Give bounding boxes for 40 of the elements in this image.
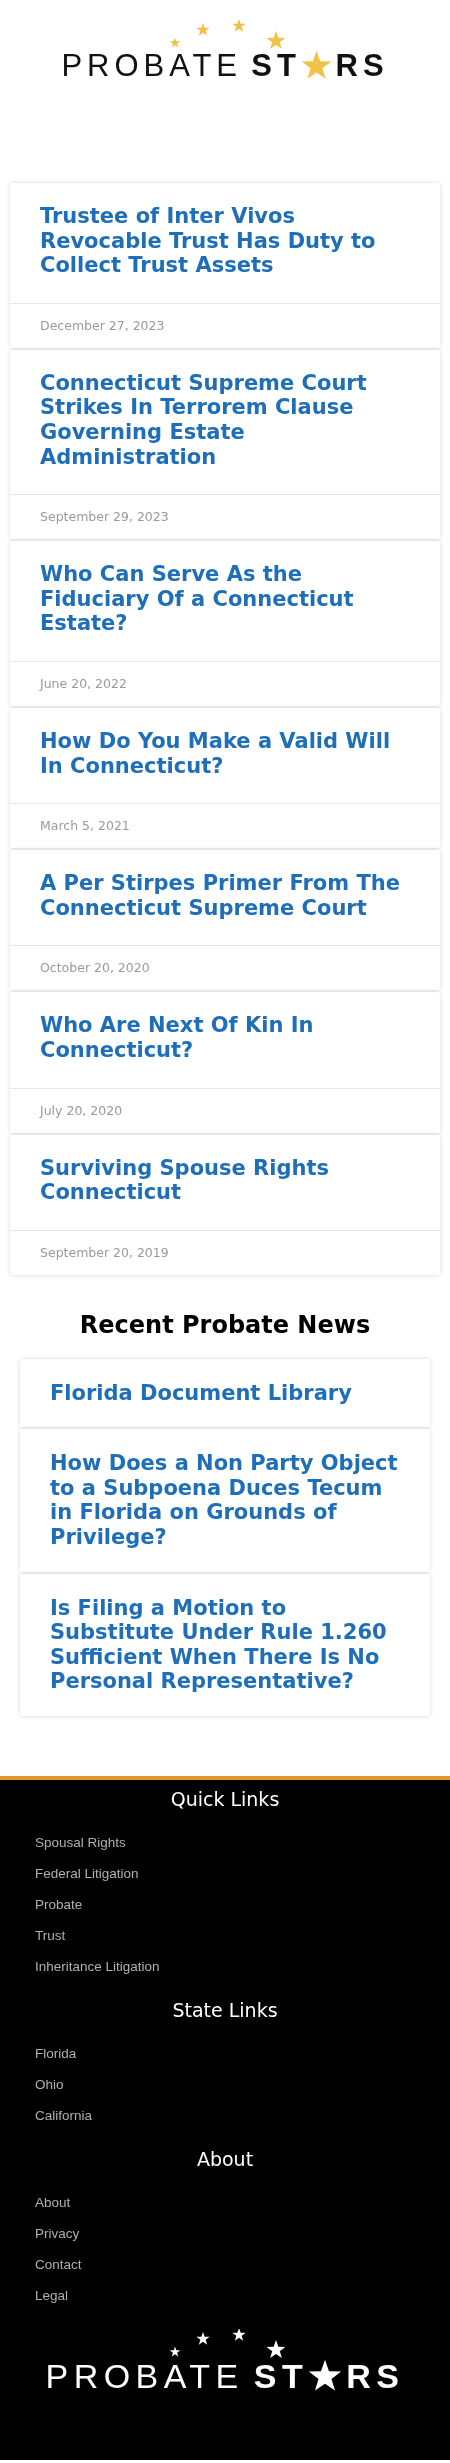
logo-text: ST [251,50,301,81]
logo-text: ST [253,2359,309,2394]
footer-link[interactable]: Privacy [35,2218,80,2250]
news-card-link[interactable]: How Does a Non Party Object to a Subpoena Duces Tecum in Florida on Grounds of Privilege? [20,1429,430,1572]
logo-text: PROBATE [61,50,242,81]
star-icon [300,50,332,81]
post-title-link[interactable]: Who Are Next Of Kin In Connecticut? [10,992,440,1089]
footer-heading: About [195,2147,255,2173]
post-title-link[interactable]: Trustee of Inter Vivos Revocable Trust Has Duty to Collect Trust Assets [10,183,440,304]
post-date: March 5, 2021 [39,817,131,836]
post-date: December 27, 2023 [39,316,166,335]
footer-heading: Quick Links [169,1787,281,1813]
news-card-link[interactable]: Florida Document Library [20,1358,430,1428]
logo-text: RS [335,50,389,81]
footer-link[interactable]: Contact [35,2249,82,2281]
post-date: October 20, 2020 [39,959,151,978]
footer-link[interactable]: Inheritance Litigation [35,1951,160,1983]
post-title-link[interactable]: Surviving Spouse Rights Connecticut [10,1134,440,1231]
news-card-link[interactable]: Is Filing a Motion to Substitute Under Rule 1.260 Sufficient When There Is No Personal Representative? [20,1573,430,1717]
section-heading: Recent Probate News [78,1309,372,1340]
post-title-link[interactable]: How Do You Make a Valid Will In Connecticut? [10,707,440,805]
post-title-link[interactable]: A Per Stirpes Primer From The Connecticut Supreme Court [10,850,440,947]
post-title-link[interactable]: Connecticut Supreme Court Strikes In Terrorem Clause Governing Estate Administration [10,349,440,496]
post-date: June 20, 2022 [38,674,128,693]
footer-link[interactable]: Ohio [35,2069,64,2101]
footer-link[interactable]: Spousal Rights [35,1827,126,1859]
footer-link[interactable]: Florida [35,2038,77,2070]
post-title-link[interactable]: Who Can Serve As the Fiduciary Of a Connecticut Estate? [10,541,440,662]
footer-link[interactable]: Probate [35,1889,83,1921]
footer-link[interactable]: About [35,2187,71,2219]
logo-text: PROBATE [45,2359,244,2394]
footer-link[interactable]: Federal Litigation [35,1858,139,1890]
footer-heading: State Links [171,1998,279,2024]
post-date: September 29, 2023 [39,508,170,527]
post-date: July 20, 2020 [38,1101,124,1120]
footer-link[interactable]: California [35,2100,93,2132]
post-date: September 20, 2019 [39,1243,170,1262]
logo-text: RS [346,2359,405,2394]
footer-link[interactable]: Legal [35,2280,69,2312]
footer-link[interactable]: Trust [35,1920,66,1952]
